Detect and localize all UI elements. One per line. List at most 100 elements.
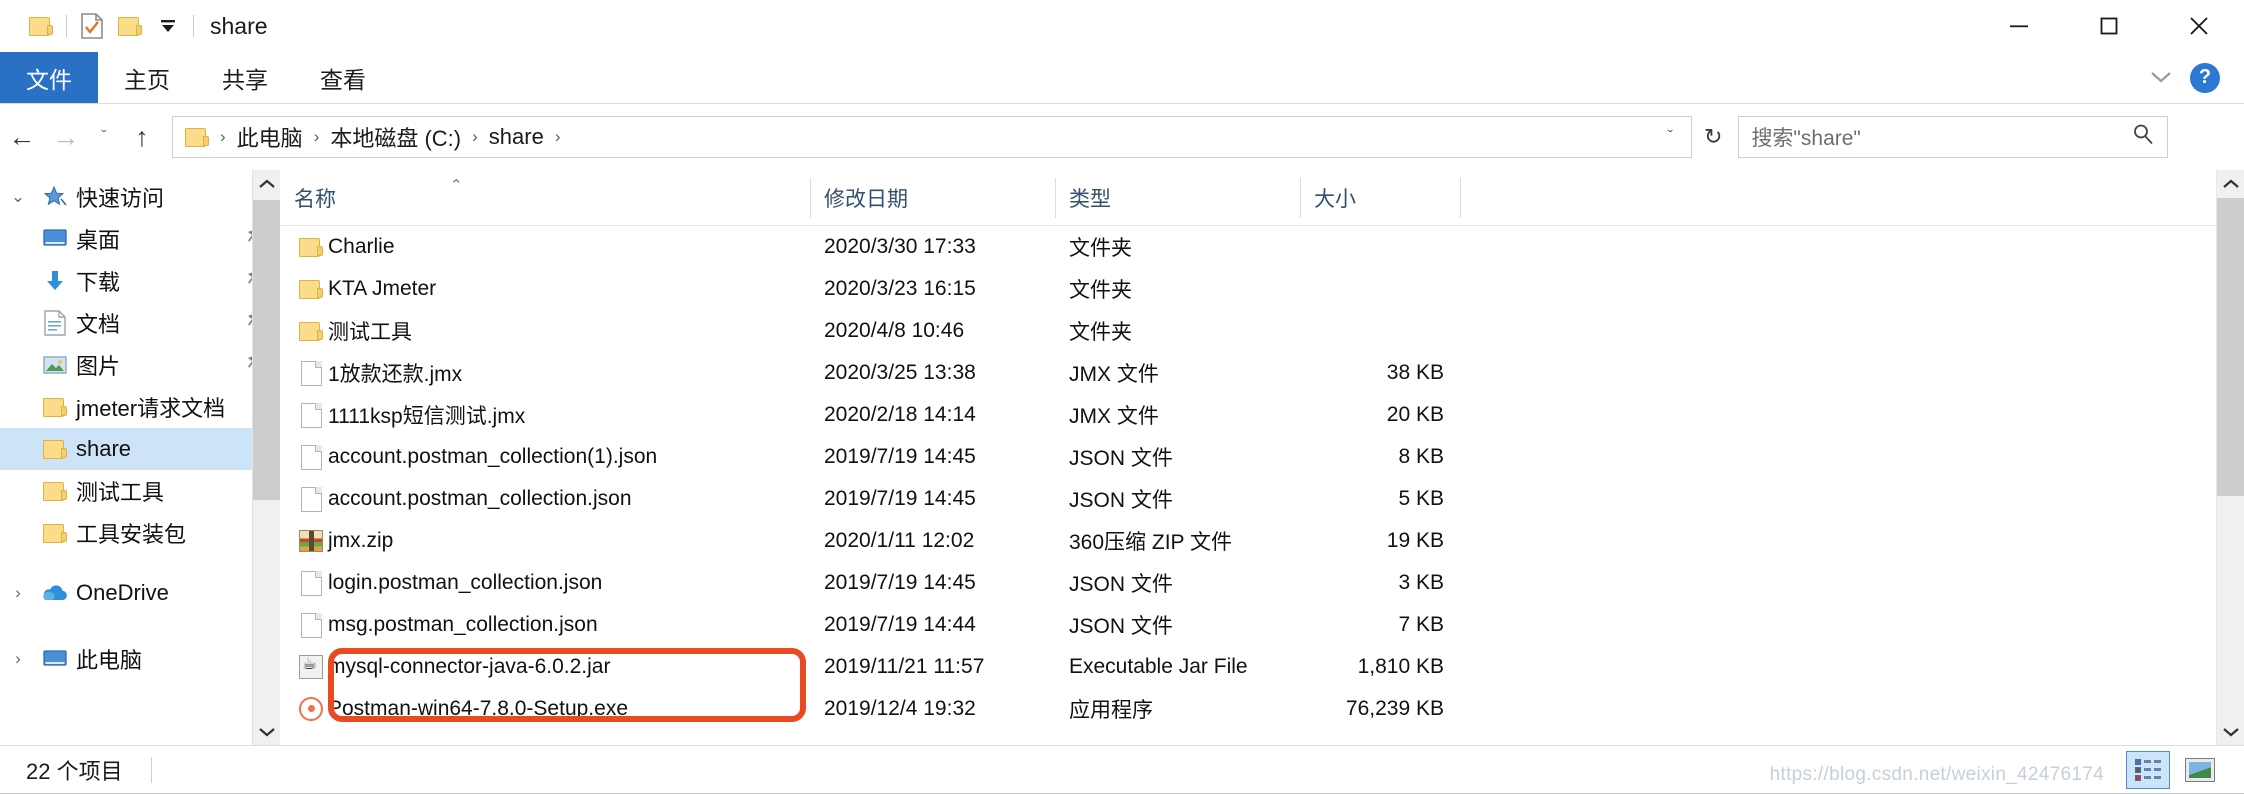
table-row[interactable]: 测试工具 2020/4/8 10:46 文件夹 [280, 310, 2244, 352]
file-size: 20 KB [1386, 403, 1444, 426]
file-name-cell[interactable]: mysql-connector-java-6.0.2.jar [280, 654, 810, 679]
table-row[interactable]: jmx.zip 2020/1/11 12:02 360压缩 ZIP 文件 19 … [280, 520, 2244, 562]
column-header-date[interactable]: 修改日期 [810, 170, 1055, 226]
folder-icon [36, 397, 74, 417]
sidebar-item-share[interactable]: share [0, 428, 280, 470]
file-name-cell[interactable]: account.postman_collection.json [280, 486, 810, 512]
close-button[interactable] [2154, 0, 2244, 52]
file-name-cell[interactable]: msg.postman_collection.json [280, 612, 810, 638]
file-name-cell[interactable]: login.postman_collection.json [280, 570, 810, 596]
file-date: 2020/1/11 12:02 [824, 529, 975, 552]
table-row[interactable]: KTA Jmeter 2020/3/23 16:15 文件夹 [280, 268, 2244, 310]
breadcrumb-separator-3[interactable]: › [548, 127, 568, 147]
scroll-up-icon[interactable] [253, 170, 280, 198]
table-row[interactable]: mysql-connector-java-6.0.2.jar 2019/11/2… [280, 646, 2244, 688]
search-placeholder: 搜索"share" [1751, 127, 1861, 150]
forward-button[interactable]: → [44, 115, 88, 159]
table-row[interactable]: Charlie 2020/3/30 17:33 文件夹 [280, 226, 2244, 268]
minimize-button[interactable] [1974, 0, 2064, 52]
table-row[interactable]: 1放款还款.jmx 2020/3/25 13:38 JMX 文件 38 KB [280, 352, 2244, 394]
breadcrumb-separator-2[interactable]: › [465, 127, 485, 147]
sidebar-item-desktop[interactable]: 桌面 [0, 218, 280, 260]
breadcrumb-item-share[interactable]: share [485, 124, 548, 150]
ribbon-right-controls: ? [2148, 52, 2244, 103]
sidebar-group-quick-access[interactable]: ⌄ 快速访问 [0, 176, 280, 218]
file-name: jmx.zip [328, 529, 394, 552]
sidebar-scroll-thumb[interactable] [253, 200, 280, 500]
file-name: 1111ksp短信测试.jmx [328, 405, 526, 428]
tab-home[interactable]: 主页 [98, 52, 196, 103]
file-list-pane: 名称 ⌃ 修改日期 类型 大小 Charlie 2020/3/30 17:33 … [280, 170, 2244, 746]
file-date: 2019/7/19 14:45 [824, 571, 976, 594]
sidebar-item-jmeter-docs[interactable]: jmeter请求文档 [0, 386, 280, 428]
sidebar-item-downloads[interactable]: 下载 [0, 260, 280, 302]
jar-icon [294, 654, 328, 679]
file-date: 2019/11/21 11:57 [824, 655, 985, 678]
sidebar-scrollbar[interactable] [252, 170, 280, 746]
qat-dropdown-icon[interactable] [149, 7, 187, 45]
chevron-right-icon[interactable]: › [0, 583, 36, 603]
table-row[interactable]: login.postman_collection.json 2019/7/19 … [280, 562, 2244, 604]
file-name-cell[interactable]: jmx.zip [280, 529, 810, 553]
column-header-type[interactable]: 类型 [1055, 170, 1300, 226]
folder-icon[interactable] [22, 7, 60, 45]
large-icons-view-button[interactable] [2178, 751, 2222, 789]
file-name-cell[interactable]: 1放款还款.jmx [280, 358, 810, 388]
file-list-scroll-thumb[interactable] [2217, 198, 2244, 496]
chevron-right-icon[interactable]: › [0, 649, 36, 669]
file-type: JMX 文件 [1069, 363, 1159, 386]
up-button[interactable]: ↑ [120, 115, 164, 159]
file-name-cell[interactable]: 测试工具 [280, 316, 810, 346]
breadcrumb-folder-icon[interactable] [181, 124, 213, 150]
table-row[interactable]: msg.postman_collection.json 2019/7/19 14… [280, 604, 2244, 646]
details-view-button[interactable] [2126, 750, 2170, 789]
new-folder-icon[interactable] [111, 7, 149, 45]
breadcrumb-separator-1[interactable]: › [307, 127, 327, 147]
file-type: JSON 文件 [1069, 489, 1173, 512]
properties-icon[interactable] [73, 7, 111, 45]
maximize-button[interactable] [2064, 0, 2154, 52]
file-name-cell[interactable]: Postman-win64-7.8.0-Setup.exe [280, 697, 810, 721]
breadcrumb-item-local-disk-c[interactable]: 本地磁盘 (C:) [326, 121, 465, 153]
refresh-button[interactable]: ↻ [1694, 124, 1732, 150]
table-row[interactable]: Postman-win64-7.8.0-Setup.exe 2019/12/4 … [280, 688, 2244, 730]
file-type: 文件夹 [1069, 237, 1132, 260]
chevron-down-icon[interactable]: ⌄ [0, 187, 36, 207]
scroll-down-icon[interactable] [253, 718, 280, 746]
table-row[interactable]: account.postman_collection(1).json 2019/… [280, 436, 2244, 478]
back-button[interactable]: ← [0, 115, 44, 159]
sidebar-group-this-pc[interactable]: › 此电脑 [0, 638, 280, 680]
file-size: 19 KB [1386, 529, 1444, 552]
sidebar-group-onedrive[interactable]: › OneDrive [0, 572, 280, 614]
tab-file[interactable]: 文件 [0, 52, 98, 103]
search-icon[interactable] [2131, 122, 2155, 152]
breadcrumb-dropdown-icon[interactable]: ˇ [1657, 127, 1683, 147]
file-name-cell[interactable]: account.postman_collection(1).json [280, 444, 810, 470]
table-row[interactable]: 1111ksp短信测试.jmx 2020/2/18 14:14 JMX 文件 2… [280, 394, 2244, 436]
file-list-scrollbar[interactable] [2216, 170, 2244, 746]
file-size: 38 KB [1386, 361, 1444, 384]
scroll-down-icon[interactable] [2217, 718, 2244, 746]
help-icon[interactable]: ? [2190, 62, 2220, 93]
file-name-cell[interactable]: 1111ksp短信测试.jmx [280, 400, 810, 430]
item-count: 22 个项目 [26, 758, 123, 784]
sidebar-item-tool-packages[interactable]: 工具安装包 [0, 512, 280, 554]
search-input[interactable]: 搜索"share" [1738, 116, 2169, 158]
file-name-cell[interactable]: KTA Jmeter [280, 277, 810, 301]
breadcrumb[interactable]: › 此电脑 › 本地磁盘 (C:) › share › ˇ [172, 116, 1692, 158]
sidebar-item-documents[interactable]: 文档 [0, 302, 280, 344]
recent-locations-icon[interactable]: ˇ [88, 115, 120, 159]
sidebar-item-pictures[interactable]: 图片 [0, 344, 280, 386]
column-header-size[interactable]: 大小 [1300, 170, 1460, 226]
breadcrumb-separator-0[interactable]: › [213, 127, 233, 147]
tab-share[interactable]: 共享 [196, 52, 294, 103]
sidebar-item-test-tools[interactable]: 测试工具 [0, 470, 280, 512]
column-header-name[interactable]: 名称 ⌃ [280, 170, 810, 226]
tab-view[interactable]: 查看 [294, 52, 392, 103]
desktop-icon [36, 228, 74, 250]
table-row[interactable]: account.postman_collection.json 2019/7/1… [280, 478, 2244, 520]
chevron-down-icon[interactable] [2148, 65, 2174, 91]
scroll-up-icon[interactable] [2217, 170, 2244, 198]
file-name-cell[interactable]: Charlie [280, 235, 810, 259]
breadcrumb-item-this-pc[interactable]: 此电脑 [233, 121, 307, 153]
